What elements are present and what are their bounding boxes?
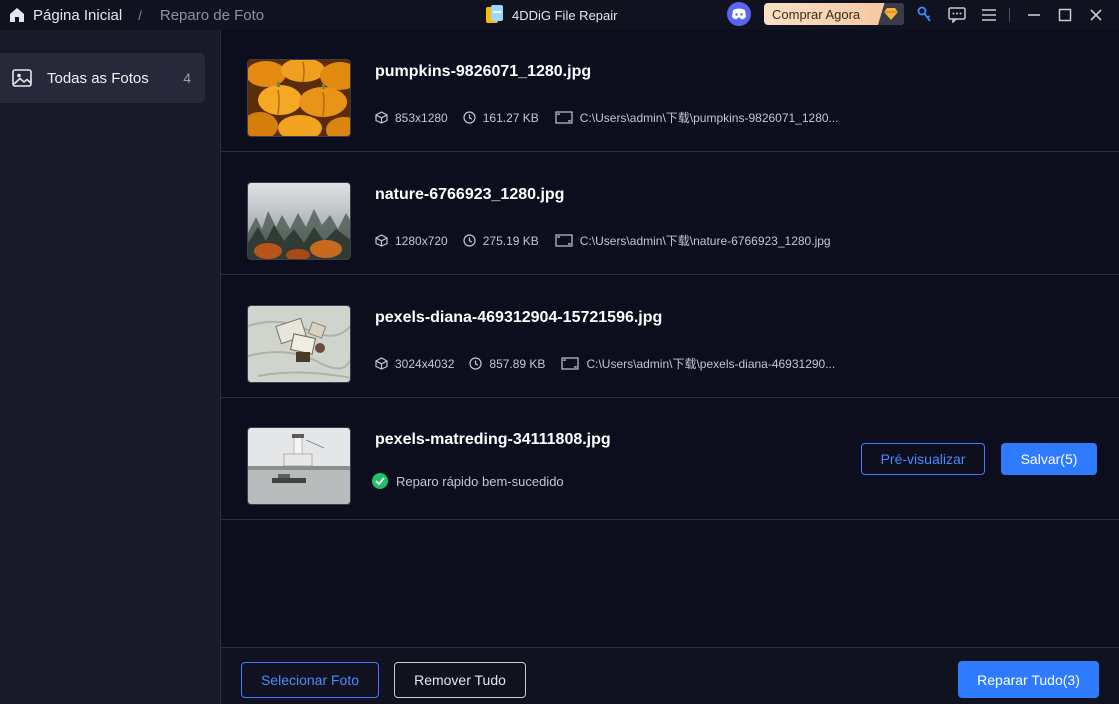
preview-button[interactable]: Pré-visualizar [861, 443, 985, 475]
file-meta: 1280x720 275.19 KB C:\Users\admin\下载\nat… [375, 232, 831, 249]
file-name: nature-6766923_1280.jpg [375, 186, 565, 203]
file-thumbnail [247, 427, 351, 505]
pexels-diana-thumbnail-image [248, 306, 350, 382]
breadcrumb-home[interactable]: Página Inicial [33, 7, 122, 24]
file-row[interactable]: pumpkins-9826071_1280.jpg 853x1280 161.2… [221, 30, 1119, 152]
file-size: 161.27 KB [463, 111, 539, 125]
file-size: 275.19 KB [463, 234, 539, 248]
sidebar-item-count: 4 [183, 70, 191, 86]
breadcrumb-separator: / [138, 7, 142, 23]
breadcrumb: Página Inicial / Reparo de Foto [8, 0, 264, 30]
folder-path-icon [555, 111, 573, 124]
file-thumbnail [247, 182, 351, 260]
file-name: pexels-diana-469312904-15721596.jpg [375, 309, 663, 326]
menu-icon[interactable] [978, 4, 1000, 26]
file-thumbnail [247, 59, 351, 137]
file-dimensions: 1280x720 [375, 234, 448, 248]
close-icon[interactable] [1085, 4, 1107, 26]
clock-icon [463, 111, 476, 124]
app-name: 4DDiG File Repair [512, 7, 618, 23]
select-photo-button[interactable]: Selecionar Foto [241, 662, 379, 698]
file-name: pexels-matreding-34111808.jpg [375, 431, 611, 448]
dimensions-value: 3024x4032 [395, 356, 455, 371]
file-meta: 853x1280 161.27 KB C:\Users\admin\下载\pum… [375, 109, 839, 126]
remove-all-button[interactable]: Remover Tudo [394, 662, 526, 698]
discord-icon[interactable] [727, 2, 751, 26]
feedback-icon[interactable] [946, 4, 968, 26]
size-value: 857.89 KB [489, 356, 546, 371]
buy-now-button[interactable]: Comprar Agora [764, 3, 904, 25]
file-row[interactable]: pexels-diana-469312904-15721596.jpg 3024… [221, 276, 1119, 398]
path-value: C:\Users\admin\下载\nature-6766923_1280.jp… [579, 234, 831, 248]
file-path: C:\Users\admin\下载\pumpkins-9826071_1280.… [555, 109, 839, 126]
file-dimensions: 3024x4032 [375, 357, 454, 371]
folder-path-icon [555, 234, 573, 247]
save-button[interactable]: Salvar(5) [1001, 443, 1097, 475]
dimensions-value: 853x1280 [395, 110, 448, 125]
file-path: C:\Users\admin\下载\nature-6766923_1280.jp… [555, 232, 831, 249]
file-meta: 3024x4032 857.89 KB C:\Users\admin\下载\pe… [375, 355, 835, 372]
clock-icon [463, 234, 476, 247]
home-icon[interactable] [8, 6, 26, 24]
cube-icon [375, 234, 388, 247]
sidebar-item-label: Todas as Fotos [47, 69, 149, 87]
title-bar: Página Inicial / Reparo de Foto 4DDiG Fi… [0, 0, 1119, 30]
file-size: 857.89 KB [469, 357, 545, 371]
repair-all-button[interactable]: Reparar Tudo(3) [958, 661, 1099, 698]
file-row[interactable]: pexels-matreding-34111808.jpg Reparo ráp… [221, 398, 1119, 520]
pexels-matreding-thumbnail-image [248, 428, 350, 504]
sidebar-item-all-photos[interactable]: Todas as Fotos 4 [0, 53, 205, 103]
breadcrumb-current: Reparo de Foto [159, 6, 265, 24]
size-value: 161.27 KB [482, 110, 539, 125]
repair-status-text: Reparo rápido bem-sucedido [396, 473, 564, 489]
minimize-icon[interactable] [1023, 4, 1045, 26]
folder-path-icon [561, 357, 580, 370]
sidebar: Todas as Fotos 4 [0, 30, 221, 704]
repair-status: Reparo rápido bem-sucedido [372, 473, 564, 489]
nature-thumbnail-image [248, 183, 350, 259]
app-title: 4DDiG File Repair [486, 0, 617, 30]
cube-icon [375, 357, 388, 370]
path-value: C:\Users\admin\下载\pexels-diana-46931290.… [586, 357, 836, 371]
titlebar-divider [1009, 8, 1010, 22]
maximize-icon[interactable] [1054, 4, 1076, 26]
file-list: pumpkins-9826071_1280.jpg 853x1280 161.2… [221, 30, 1119, 647]
file-thumbnail [247, 305, 351, 383]
file-name: pumpkins-9826071_1280.jpg [375, 63, 592, 80]
app-logo-icon [486, 5, 503, 23]
buy-now-label: Comprar Agora [772, 6, 861, 22]
file-path: C:\Users\admin\下载\pexels-diana-46931290.… [561, 355, 835, 372]
key-icon[interactable] [914, 4, 936, 26]
dimensions-value: 1280x720 [395, 233, 448, 248]
cube-icon [375, 111, 388, 124]
pumpkins-thumbnail-image [248, 60, 350, 136]
clock-icon [469, 357, 482, 370]
diamond-icon [878, 3, 904, 25]
file-row[interactable]: nature-6766923_1280.jpg 1280x720 275.19 … [221, 153, 1119, 275]
check-circle-icon [372, 473, 388, 489]
image-icon [12, 69, 32, 87]
path-value: C:\Users\admin\下载\pumpkins-9826071_1280.… [579, 111, 839, 125]
size-value: 275.19 KB [482, 233, 539, 248]
footer-bar: Selecionar Foto Remover Tudo Reparar Tud… [221, 647, 1119, 704]
file-dimensions: 853x1280 [375, 111, 448, 125]
